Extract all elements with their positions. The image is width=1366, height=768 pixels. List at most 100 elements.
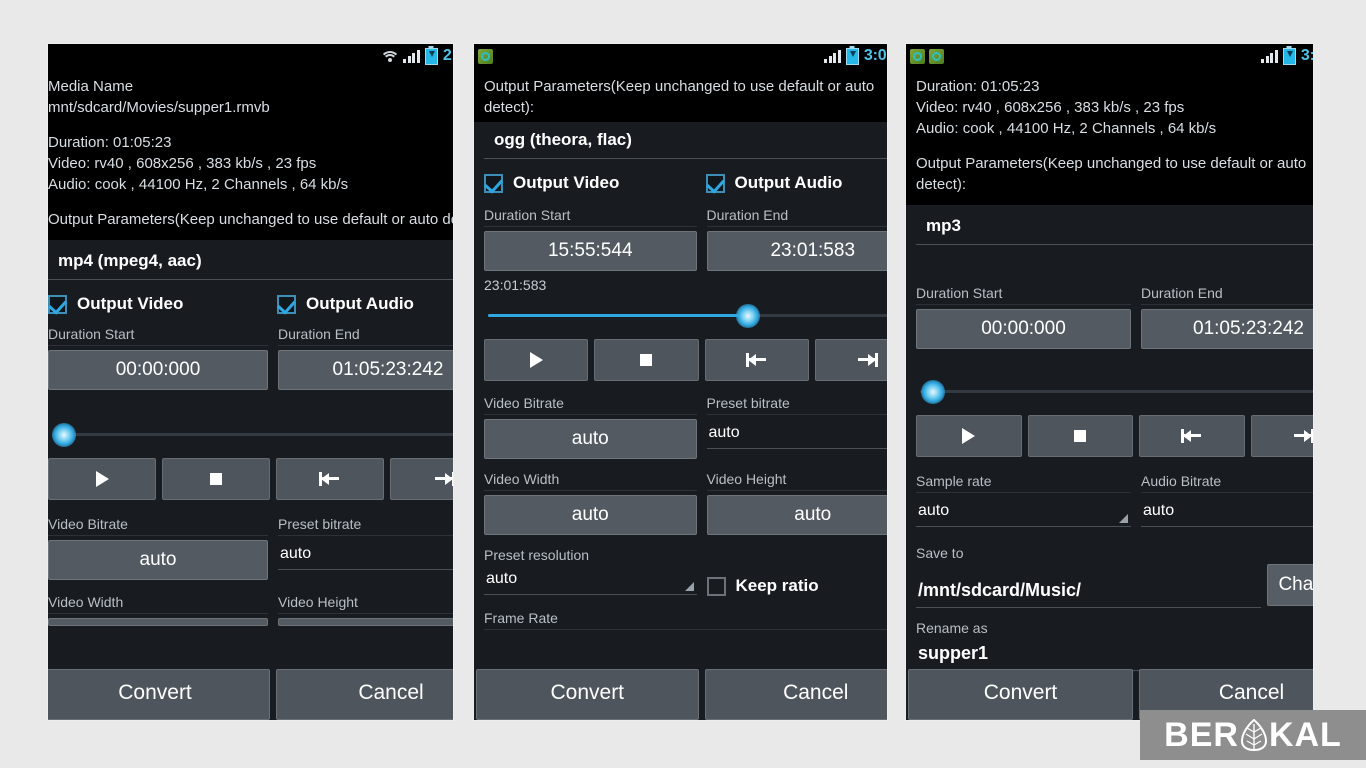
convert-button[interactable]: Convert [908,669,1133,720]
video-bitrate-label: Video Bitrate [484,393,697,415]
duration-end-label: Duration End [1141,283,1313,305]
output-params-hint: Output Parameters(Keep unchanged to use … [48,211,453,228]
video-info: Video: rv40 , 608x256 , 383 kb/s , 23 fp… [916,99,1185,116]
phone-screenshot-3: 3:05 PM Duration: 01:05:23 Video: rv40 ,… [906,44,1313,720]
preset-bitrate-spinner[interactable]: auto [278,541,453,570]
video-height-label: Video Height [706,469,887,491]
convert-button[interactable]: Convert [48,669,270,720]
video-bitrate-field[interactable]: auto [484,419,697,459]
set-start-button[interactable] [276,458,384,500]
set-end-button[interactable] [814,339,887,381]
media-info-block-3: Duration: 01:05:23 Video: rv40 , 608x256… [906,68,1313,205]
video-width-label: Video Width [48,592,268,614]
slider-thumb[interactable] [736,304,760,328]
change-button[interactable]: Change [1267,564,1313,606]
skip-end-icon [1290,428,1313,444]
duration-end-field[interactable]: 01:05:23:242 [278,350,453,390]
seek-slider[interactable] [916,375,1313,409]
skip-start-icon [1179,428,1205,444]
save-to-row: /mnt/sdcard/Music/ Change [916,564,1313,608]
video-info: Video: rv40 , 608x256 , 383 kb/s , 23 fp… [48,155,317,172]
media-path: mnt/sdcard/Movies/supper1.rmvb [48,99,270,116]
save-to-label: Save to [916,545,964,561]
video-width-field[interactable] [48,618,268,626]
status-bar-1: 2:57 PM [48,44,453,68]
cancel-button[interactable]: Cancel [704,669,887,720]
watermark: BER KAL [1140,710,1366,760]
video-width-field[interactable]: auto [484,495,697,535]
stop-button[interactable] [162,458,270,500]
output-video-checkbox[interactable]: Output Video [484,173,698,193]
status-clock: 2:57 PM [442,47,453,64]
notification-app-icon [910,48,925,64]
output-format-spinner[interactable]: ogg (theora, flac) [484,124,887,159]
audio-info: Audio: cook , 44100 Hz, 2 Channels , 64 … [48,176,349,193]
phone-screenshot-2: 3:00 PM Output Parameters(Keep unchanged… [474,44,887,720]
signal-icon [1261,49,1278,63]
video-bitrate-field[interactable]: auto [48,540,268,580]
keep-ratio-checkbox[interactable]: Keep ratio [706,566,888,596]
duration-info: Duration: 01:05:23 [916,78,1040,95]
set-end-button[interactable] [390,458,453,500]
audio-bitrate-spinner[interactable]: auto [1141,498,1313,527]
audio-info: Audio: cook , 44100 Hz, 2 Channels , 64 … [916,120,1217,137]
seek-slider[interactable] [48,418,453,452]
battery-icon [845,47,859,65]
signal-icon [403,49,420,63]
duration-start-field[interactable]: 15:55:544 [484,231,697,271]
play-icon [962,428,976,444]
duration-start-field[interactable]: 00:00:000 [48,350,268,390]
output-hint-block-2: Output Parameters(Keep unchanged to use … [474,68,887,122]
preset-bitrate-spinner[interactable]: auto [706,420,887,449]
output-params-hint: Output Parameters(Keep unchanged to use … [916,155,1307,193]
output-video-label: Output Video [513,173,620,192]
output-video-checkbox[interactable]: Output Video [48,294,269,314]
output-toggles-row: Output Video Output Audio [48,294,453,314]
video-height-field[interactable]: auto [706,495,887,535]
skip-start-icon [744,352,770,368]
action-bar-1: Convert Cancel [48,669,453,720]
notification-app-icon [478,48,493,64]
output-audio-checkbox[interactable]: Output Audio [698,173,888,193]
output-format-spinner[interactable]: mp3 [916,210,1313,245]
stop-icon [640,354,653,366]
slider-thumb[interactable] [52,423,76,447]
duration-end-label: Duration End [278,324,453,346]
duration-info: Duration: 01:05:23 [48,134,172,151]
checkbox-icon [706,576,726,596]
battery-icon [1282,47,1296,65]
slider-fill [488,314,748,317]
keep-ratio-label: Keep ratio [735,576,819,595]
duration-end-field[interactable]: 23:01:583 [706,231,887,271]
phone-screenshot-1: 2:57 PM Media Name mnt/sdcard/Movies/sup… [48,44,453,720]
play-button[interactable] [916,415,1022,457]
cancel-button[interactable]: Cancel [276,669,453,720]
set-start-button[interactable] [1139,415,1245,457]
slider-thumb[interactable] [921,380,945,404]
stop-button[interactable] [594,339,699,381]
play-button[interactable] [48,458,156,500]
transport-controls [916,415,1313,457]
seek-slider[interactable] [484,299,887,333]
output-audio-checkbox[interactable]: Output Audio [269,294,453,314]
sample-rate-spinner[interactable]: auto [916,498,1131,527]
set-start-button[interactable] [704,339,809,381]
duration-end-field[interactable]: 01:05:23:242 [1141,309,1313,349]
preset-resolution-spinner[interactable]: auto [484,566,697,595]
stop-button[interactable] [1027,415,1133,457]
transport-controls [48,458,453,500]
duration-start-field[interactable]: 00:00:000 [916,309,1131,349]
set-end-button[interactable] [1250,415,1313,457]
skip-end-icon [854,352,880,368]
play-icon [529,352,543,368]
frame-rate-label: Frame Rate [484,608,887,630]
rename-as-field[interactable]: supper1 [916,639,1313,671]
slider-track [920,390,1313,393]
action-bar-2: Convert Cancel [474,669,887,720]
play-button[interactable] [484,339,589,381]
save-to-field[interactable]: /mnt/sdcard/Music/ [916,576,1262,608]
checkbox-icon [705,173,725,193]
convert-button[interactable]: Convert [476,669,699,720]
video-height-field[interactable] [278,618,453,626]
output-format-spinner[interactable]: mp4 (mpeg4, aac) [48,245,453,280]
